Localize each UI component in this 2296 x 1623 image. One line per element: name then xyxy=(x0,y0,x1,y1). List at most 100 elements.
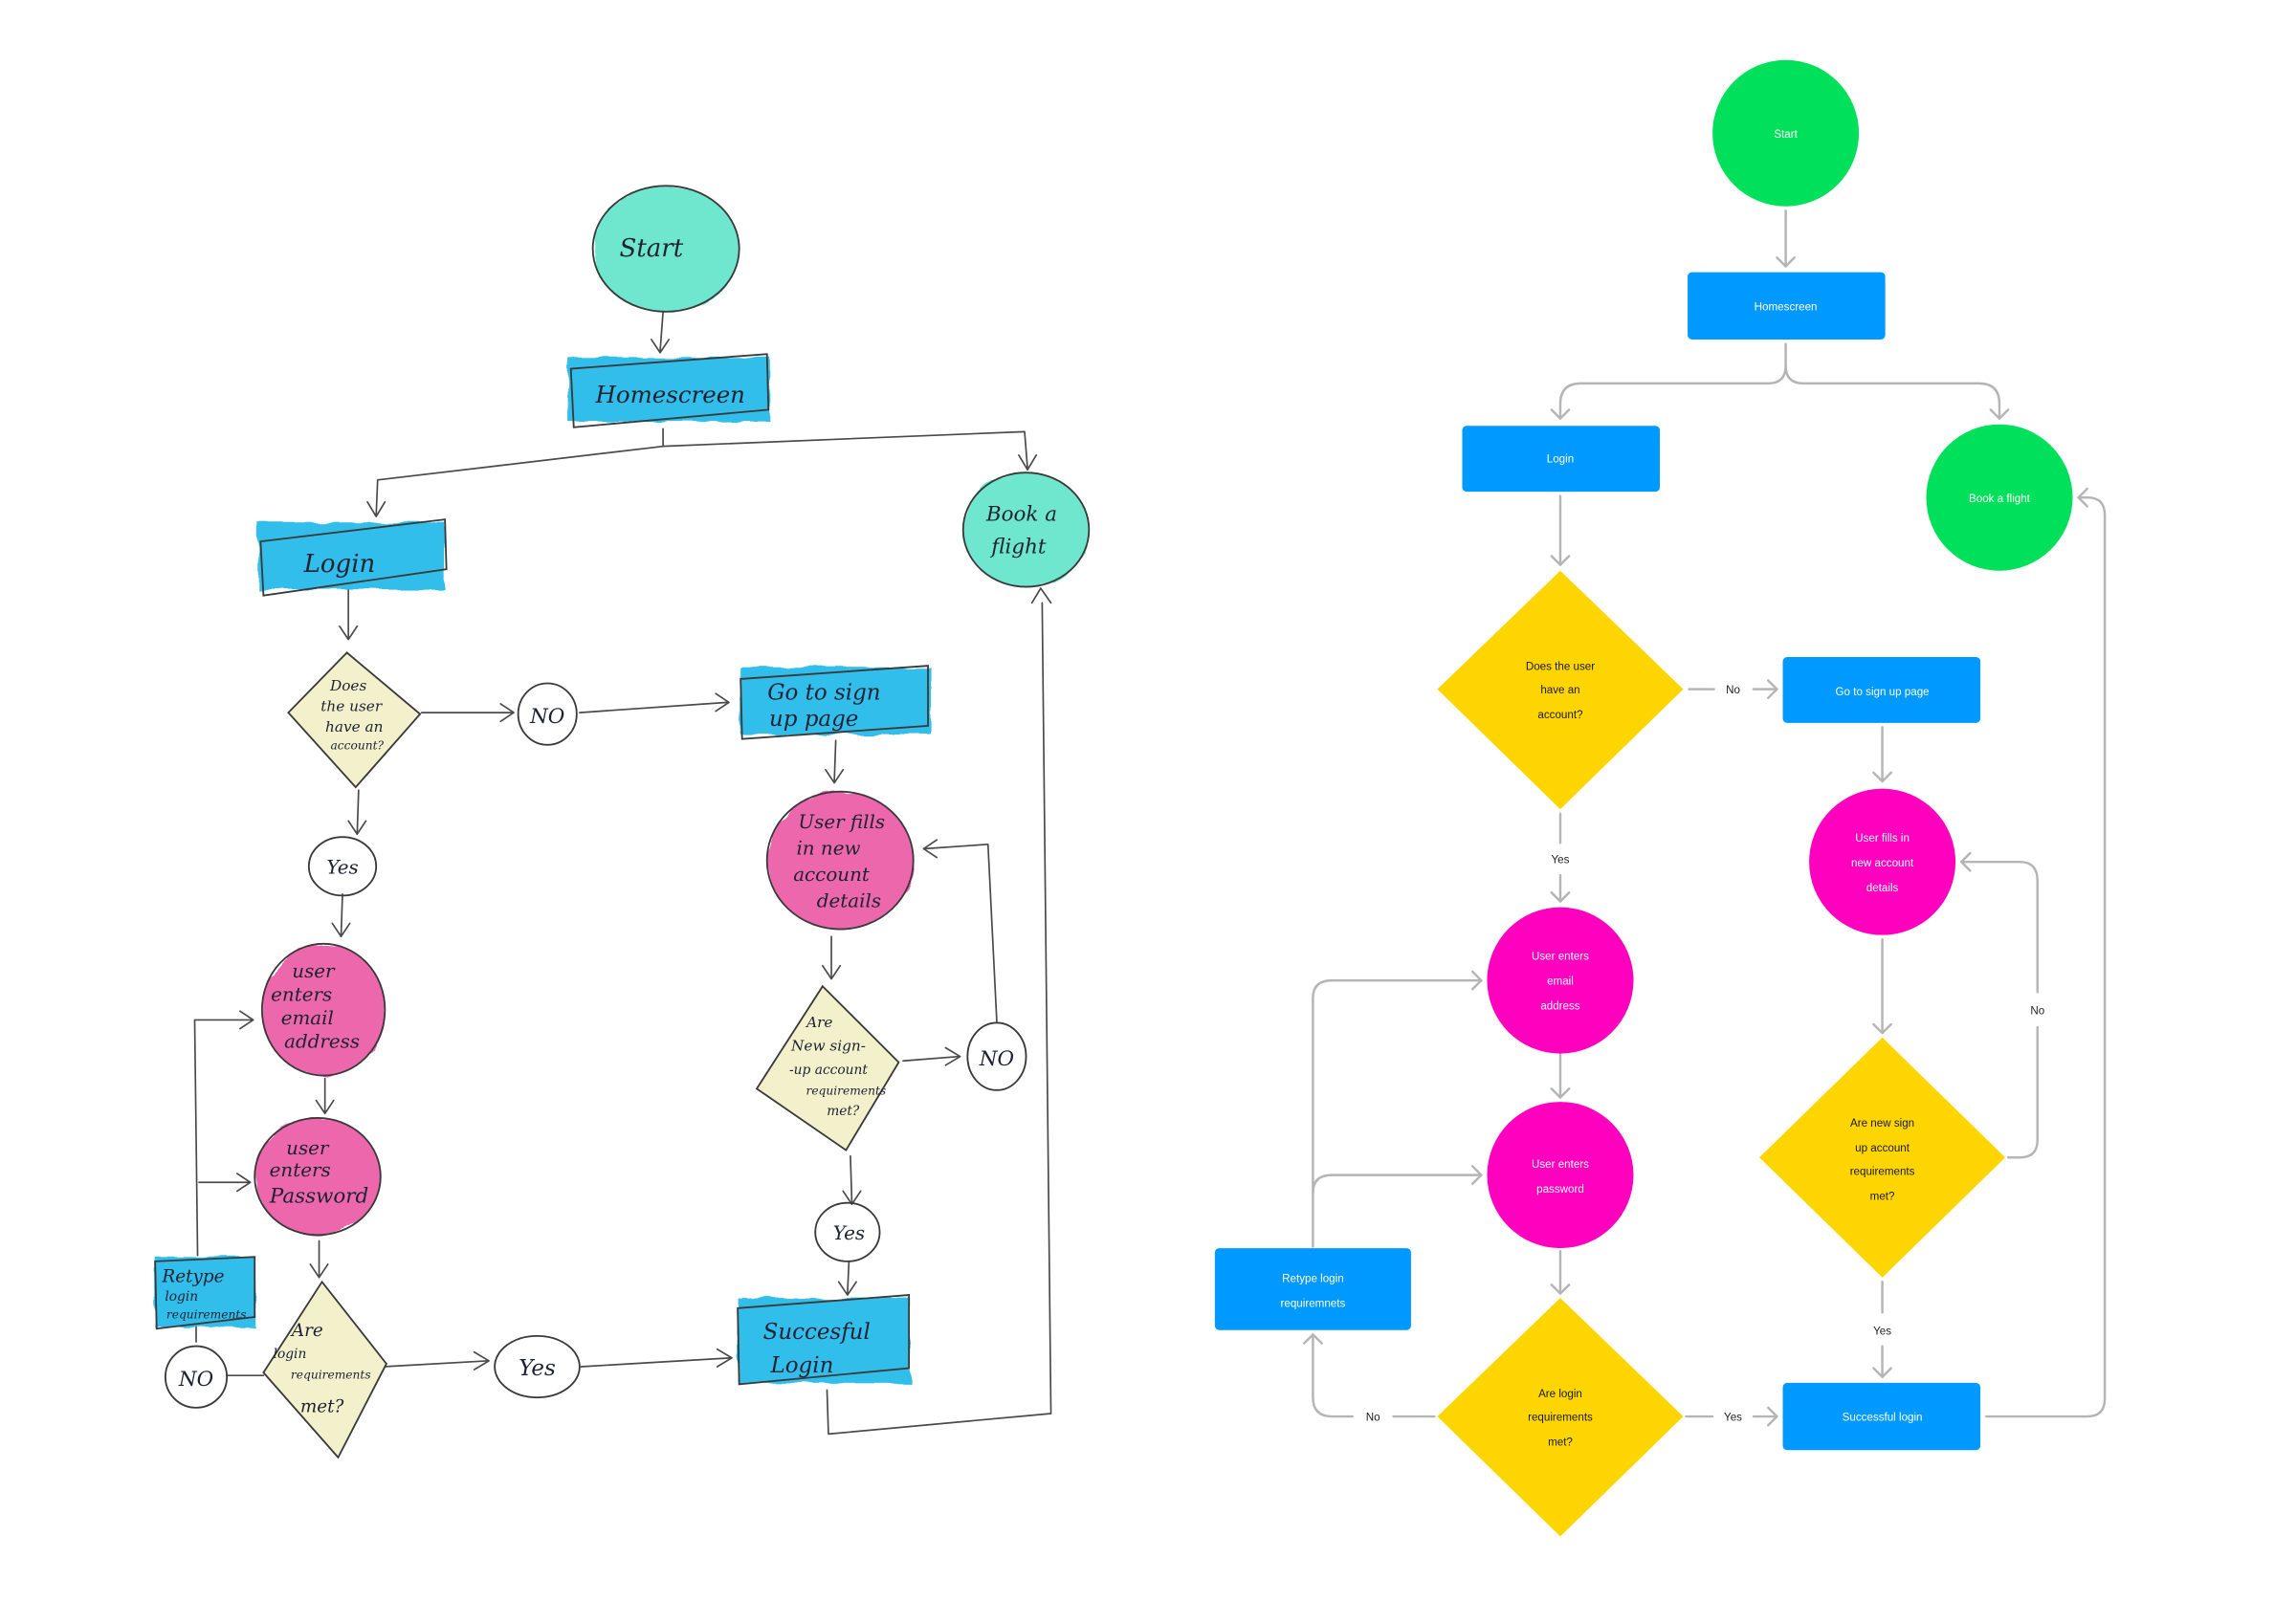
sketch-node-yes-2: Yes xyxy=(814,1201,881,1262)
sketch-signupreq-l3: -up account xyxy=(789,1063,868,1078)
sketch-node-retype: Retype login requirements xyxy=(154,1256,256,1330)
signup-req-l2: up account xyxy=(1855,1142,1910,1154)
sketch-book-label-1: Book a xyxy=(985,503,1057,527)
enters-email-l2: email xyxy=(1547,976,1574,988)
signup-req-shape[interactable] xyxy=(1759,1037,2006,1278)
sketch-password-l1: user xyxy=(286,1137,330,1159)
arrow-retype-email xyxy=(1312,978,1483,1248)
enters-email-l1: User enters xyxy=(1532,951,1589,963)
homescreen-label: Homescreen xyxy=(1755,300,1818,313)
start-label: Start xyxy=(1774,128,1798,141)
sketch-retype-l2: login xyxy=(165,1289,198,1305)
node-enters-email[interactable]: User enters email address xyxy=(1487,907,1634,1054)
sketch-node-book-flight: Book a flight xyxy=(961,472,1091,588)
sketch-arrow-yes-email xyxy=(340,892,343,938)
sketch-node-no-3: NO xyxy=(164,1345,229,1409)
fills-details-l2: new account xyxy=(1851,857,1914,869)
sketch-arrow-yes-success2 xyxy=(847,1261,850,1295)
retype-l2: requiremnets xyxy=(1281,1297,1346,1309)
sketch-has-account-l3: have an xyxy=(325,718,383,735)
sketch-fills-l2: in new xyxy=(796,838,860,860)
go-signup-label: Go to sign up page xyxy=(1836,686,1930,698)
has-account-l3: account? xyxy=(1537,709,1583,721)
sketch-email-l4: address xyxy=(284,1030,360,1052)
retype-shape[interactable] xyxy=(1214,1248,1411,1330)
node-fills-details[interactable]: User fills in new account details xyxy=(1809,788,1956,935)
sketch-no3-label: NO xyxy=(178,1368,214,1392)
sketch-email-l2: enters xyxy=(271,984,332,1006)
node-signup-req[interactable]: Are new sign up account requirements met… xyxy=(1759,1037,2006,1278)
sketch-node-go-signup: Go to sign up page xyxy=(740,665,932,740)
has-account-l2: have an xyxy=(1540,684,1579,696)
sketch-email-l3: email xyxy=(281,1007,334,1029)
edge-label-yes-has-account: Yes xyxy=(1552,854,1570,866)
sketch-arrowhead xyxy=(1030,587,1052,604)
sketch-has-account-l2: the user xyxy=(320,698,384,715)
sketch-loginreq-l4: met? xyxy=(300,1396,344,1416)
sketch-signupreq-l2: New sign- xyxy=(790,1038,866,1055)
sketch-start-label: Start xyxy=(620,234,684,263)
sketch-password-l3: Password xyxy=(269,1185,368,1209)
edge-label-no-signup-req: No xyxy=(2030,1004,2044,1017)
arrow-signupreq-no-a xyxy=(2006,1025,2039,1159)
node-retype[interactable]: Retype login requiremnets xyxy=(1214,1248,1411,1330)
sketch-node-enters-password: user enters Password xyxy=(254,1117,382,1237)
arrow-success-book xyxy=(1984,495,2107,1418)
sketch-signupreq-l4: requirements xyxy=(806,1084,886,1097)
sketch-no2-label: NO xyxy=(979,1047,1015,1071)
sketch-has-account-l1: Does xyxy=(329,677,366,694)
retype-l1: Retype login xyxy=(1282,1272,1344,1284)
sketch-has-account-l4: account? xyxy=(331,738,385,752)
digital-flowchart: Start Homescreen Login Book a flight Doe… xyxy=(1214,59,2107,1537)
sketch-arrow-homescreen-login xyxy=(375,428,664,516)
sketch-success-l1: Succesful xyxy=(763,1320,871,1345)
node-login-req[interactable]: Are login requirements met? xyxy=(1437,1298,1684,1537)
successful-login-label: Successful login xyxy=(1843,1412,1923,1424)
sketch-loginreq-l2: login xyxy=(274,1347,307,1362)
sketch-node-start: Start xyxy=(591,185,740,313)
node-successful-login[interactable]: Successful login xyxy=(1782,1382,1981,1451)
node-homescreen[interactable]: Homescreen xyxy=(1688,272,1886,340)
has-account-l1: Does the user xyxy=(1526,661,1595,673)
book-flight-label: Book a flight xyxy=(1969,493,2031,505)
edge-label-no-has-account: No xyxy=(1726,684,1740,696)
sketch-node-fills-details: User fills in new account details xyxy=(765,790,915,931)
sketch-no1-label: NO xyxy=(529,705,565,729)
sketch-signup-l1: Go to sign xyxy=(767,680,880,705)
fills-details-l3: details xyxy=(1866,882,1899,894)
arrow-homescreen-book xyxy=(1784,364,2001,420)
sketch-signupreq-l5: met? xyxy=(827,1104,860,1119)
sketch-node-signup-req: Are New sign- -up account requirements m… xyxy=(755,984,900,1151)
sketch-signup-l2: up page xyxy=(769,707,858,732)
sketch-node-login-req: Are login requirements met? xyxy=(262,1280,388,1459)
node-has-account[interactable]: Does the user have an account? xyxy=(1437,570,1684,810)
sketch-password-l2: enters xyxy=(270,1159,331,1181)
sketch-arrow-yes-success xyxy=(580,1356,732,1368)
signup-req-l4: met? xyxy=(1870,1191,1895,1203)
sketch-login-label: Login xyxy=(303,550,376,579)
enters-password-l1: User enters xyxy=(1532,1158,1589,1171)
sketch-success-l2: Login xyxy=(770,1353,834,1378)
sketch-arrow-start-homescreen xyxy=(659,311,664,353)
login-req-l3: met? xyxy=(1548,1437,1573,1449)
enters-password-shape[interactable] xyxy=(1487,1102,1634,1249)
sketch-yes1-label: Yes xyxy=(326,856,358,878)
sketch-email-l1: user xyxy=(292,960,336,982)
sketch-node-yes-1: Yes xyxy=(307,836,378,897)
node-enters-password[interactable]: User enters password xyxy=(1487,1102,1634,1249)
node-login[interactable]: Login xyxy=(1462,426,1661,493)
login-label: Login xyxy=(1547,452,1574,465)
sketch-node-yes-3: Yes xyxy=(494,1334,581,1399)
sketch-arrow-decision-yes xyxy=(356,789,360,835)
edge-label-no-login-req: No xyxy=(1366,1412,1380,1424)
node-go-signup[interactable]: Go to sign up page xyxy=(1782,656,1981,723)
node-book-flight[interactable]: Book a flight xyxy=(1926,424,2073,571)
sketch-homescreen-label: Homescreen xyxy=(595,381,745,408)
enters-email-l3: address xyxy=(1540,1000,1579,1013)
sketch-node-login: Login xyxy=(257,518,448,597)
node-start[interactable]: Start xyxy=(1712,59,1860,207)
arrow-signupreq-no-b xyxy=(1959,860,2039,994)
fills-details-l1: User fills in xyxy=(1855,832,1910,844)
sketch-arrow-signupreq-no xyxy=(902,1055,960,1063)
sketch-book-label-2: flight xyxy=(989,535,1047,559)
